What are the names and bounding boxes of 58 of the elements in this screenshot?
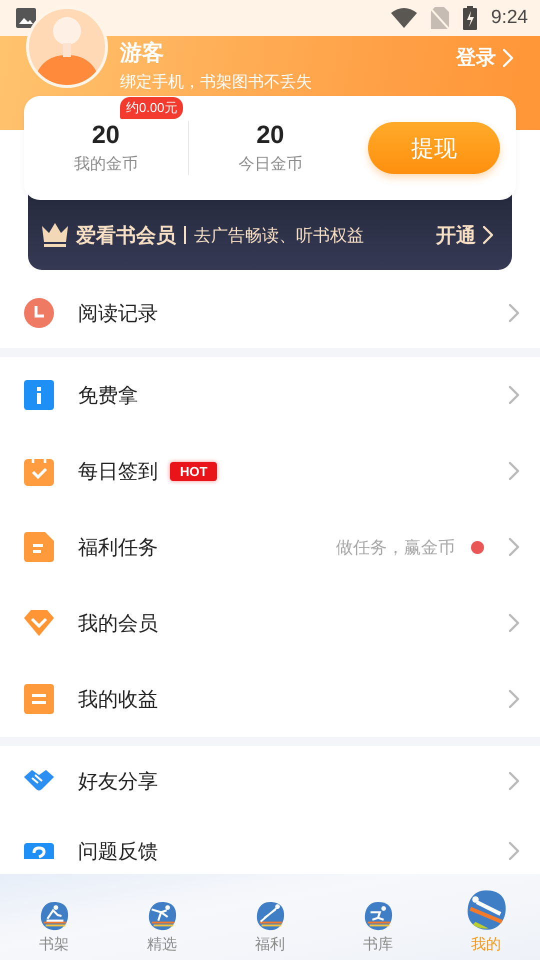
help-icon [24, 843, 54, 859]
chevron-icon [508, 689, 520, 709]
chevron-icon [502, 48, 514, 68]
menu-item[interactable]: 问题反馈 [0, 816, 540, 874]
menu-label: 好友分享 [78, 770, 158, 794]
menu-label: 免费拿 [78, 384, 138, 408]
chevron-icon [508, 537, 520, 557]
battery-charging-icon [463, 6, 478, 30]
chevron-icon [508, 303, 520, 323]
clock-time: 9:24 [491, 7, 528, 29]
wifi-icon [391, 8, 418, 28]
menu-item[interactable]: 免费拿 [0, 357, 540, 433]
image-icon [16, 8, 36, 28]
crown-icon [42, 223, 68, 247]
no-sim-icon [431, 7, 450, 29]
chevron-icon [508, 385, 520, 405]
clock-icon [24, 298, 54, 328]
menu-item[interactable]: 阅读记录 [0, 278, 540, 348]
menu-item[interactable]: 好友分享 [0, 746, 540, 816]
diamond-icon [24, 610, 54, 636]
user-name: 游客 [120, 39, 165, 67]
coin-label: 我的金币 [74, 154, 138, 175]
menu-item[interactable]: 我的收益 [0, 661, 540, 737]
vip-benefits: 去广告畅读、听书权益 [194, 224, 365, 246]
menu-item[interactable]: 福利任务 做任务，赢金币 [0, 509, 540, 585]
menu-label: 福利任务 [78, 536, 158, 560]
menu-item[interactable]: 我的会员 [0, 585, 540, 661]
skater-icon [147, 901, 177, 931]
bind-phone-hint: 绑定手机，书架图书不丢失 [120, 72, 313, 93]
menu-label: 我的收益 [78, 688, 158, 712]
activate-button[interactable]: 开通 [436, 222, 494, 248]
coin-value: 20 [92, 121, 120, 150]
calendar-check-icon [24, 456, 54, 486]
chevron-icon [482, 225, 494, 245]
document-icon [24, 532, 54, 562]
vip-banner[interactable]: 爱看书会员 去广告畅读、听书权益 开通 [28, 194, 512, 270]
menu-hint: 做任务，赢金币 [336, 536, 455, 558]
menu-item[interactable]: 每日签到 HOT [0, 433, 540, 509]
speed-skater-icon [363, 901, 393, 931]
ski-jumper-icon [255, 901, 285, 931]
menu-label: 阅读记录 [78, 302, 158, 326]
luge-icon [465, 889, 507, 931]
menu-label: 问题反馈 [78, 840, 158, 864]
coin-value: 20 [256, 121, 284, 150]
money-badge: 约0.00元 [120, 97, 184, 119]
vip-title: 爱看书会员 [76, 224, 176, 248]
chevron-icon [508, 461, 520, 481]
note-icon [24, 684, 54, 714]
coin-label: 今日金币 [238, 154, 302, 175]
chevron-icon [508, 841, 520, 861]
chevron-icon [508, 771, 520, 791]
skier-icon [39, 901, 69, 931]
info-icon [24, 380, 54, 410]
handshake-icon [24, 769, 54, 793]
hot-tag: HOT [170, 462, 218, 480]
menu-label: 每日签到 [78, 460, 158, 484]
menu-label: 我的会员 [78, 612, 158, 636]
chevron-icon [508, 613, 520, 633]
